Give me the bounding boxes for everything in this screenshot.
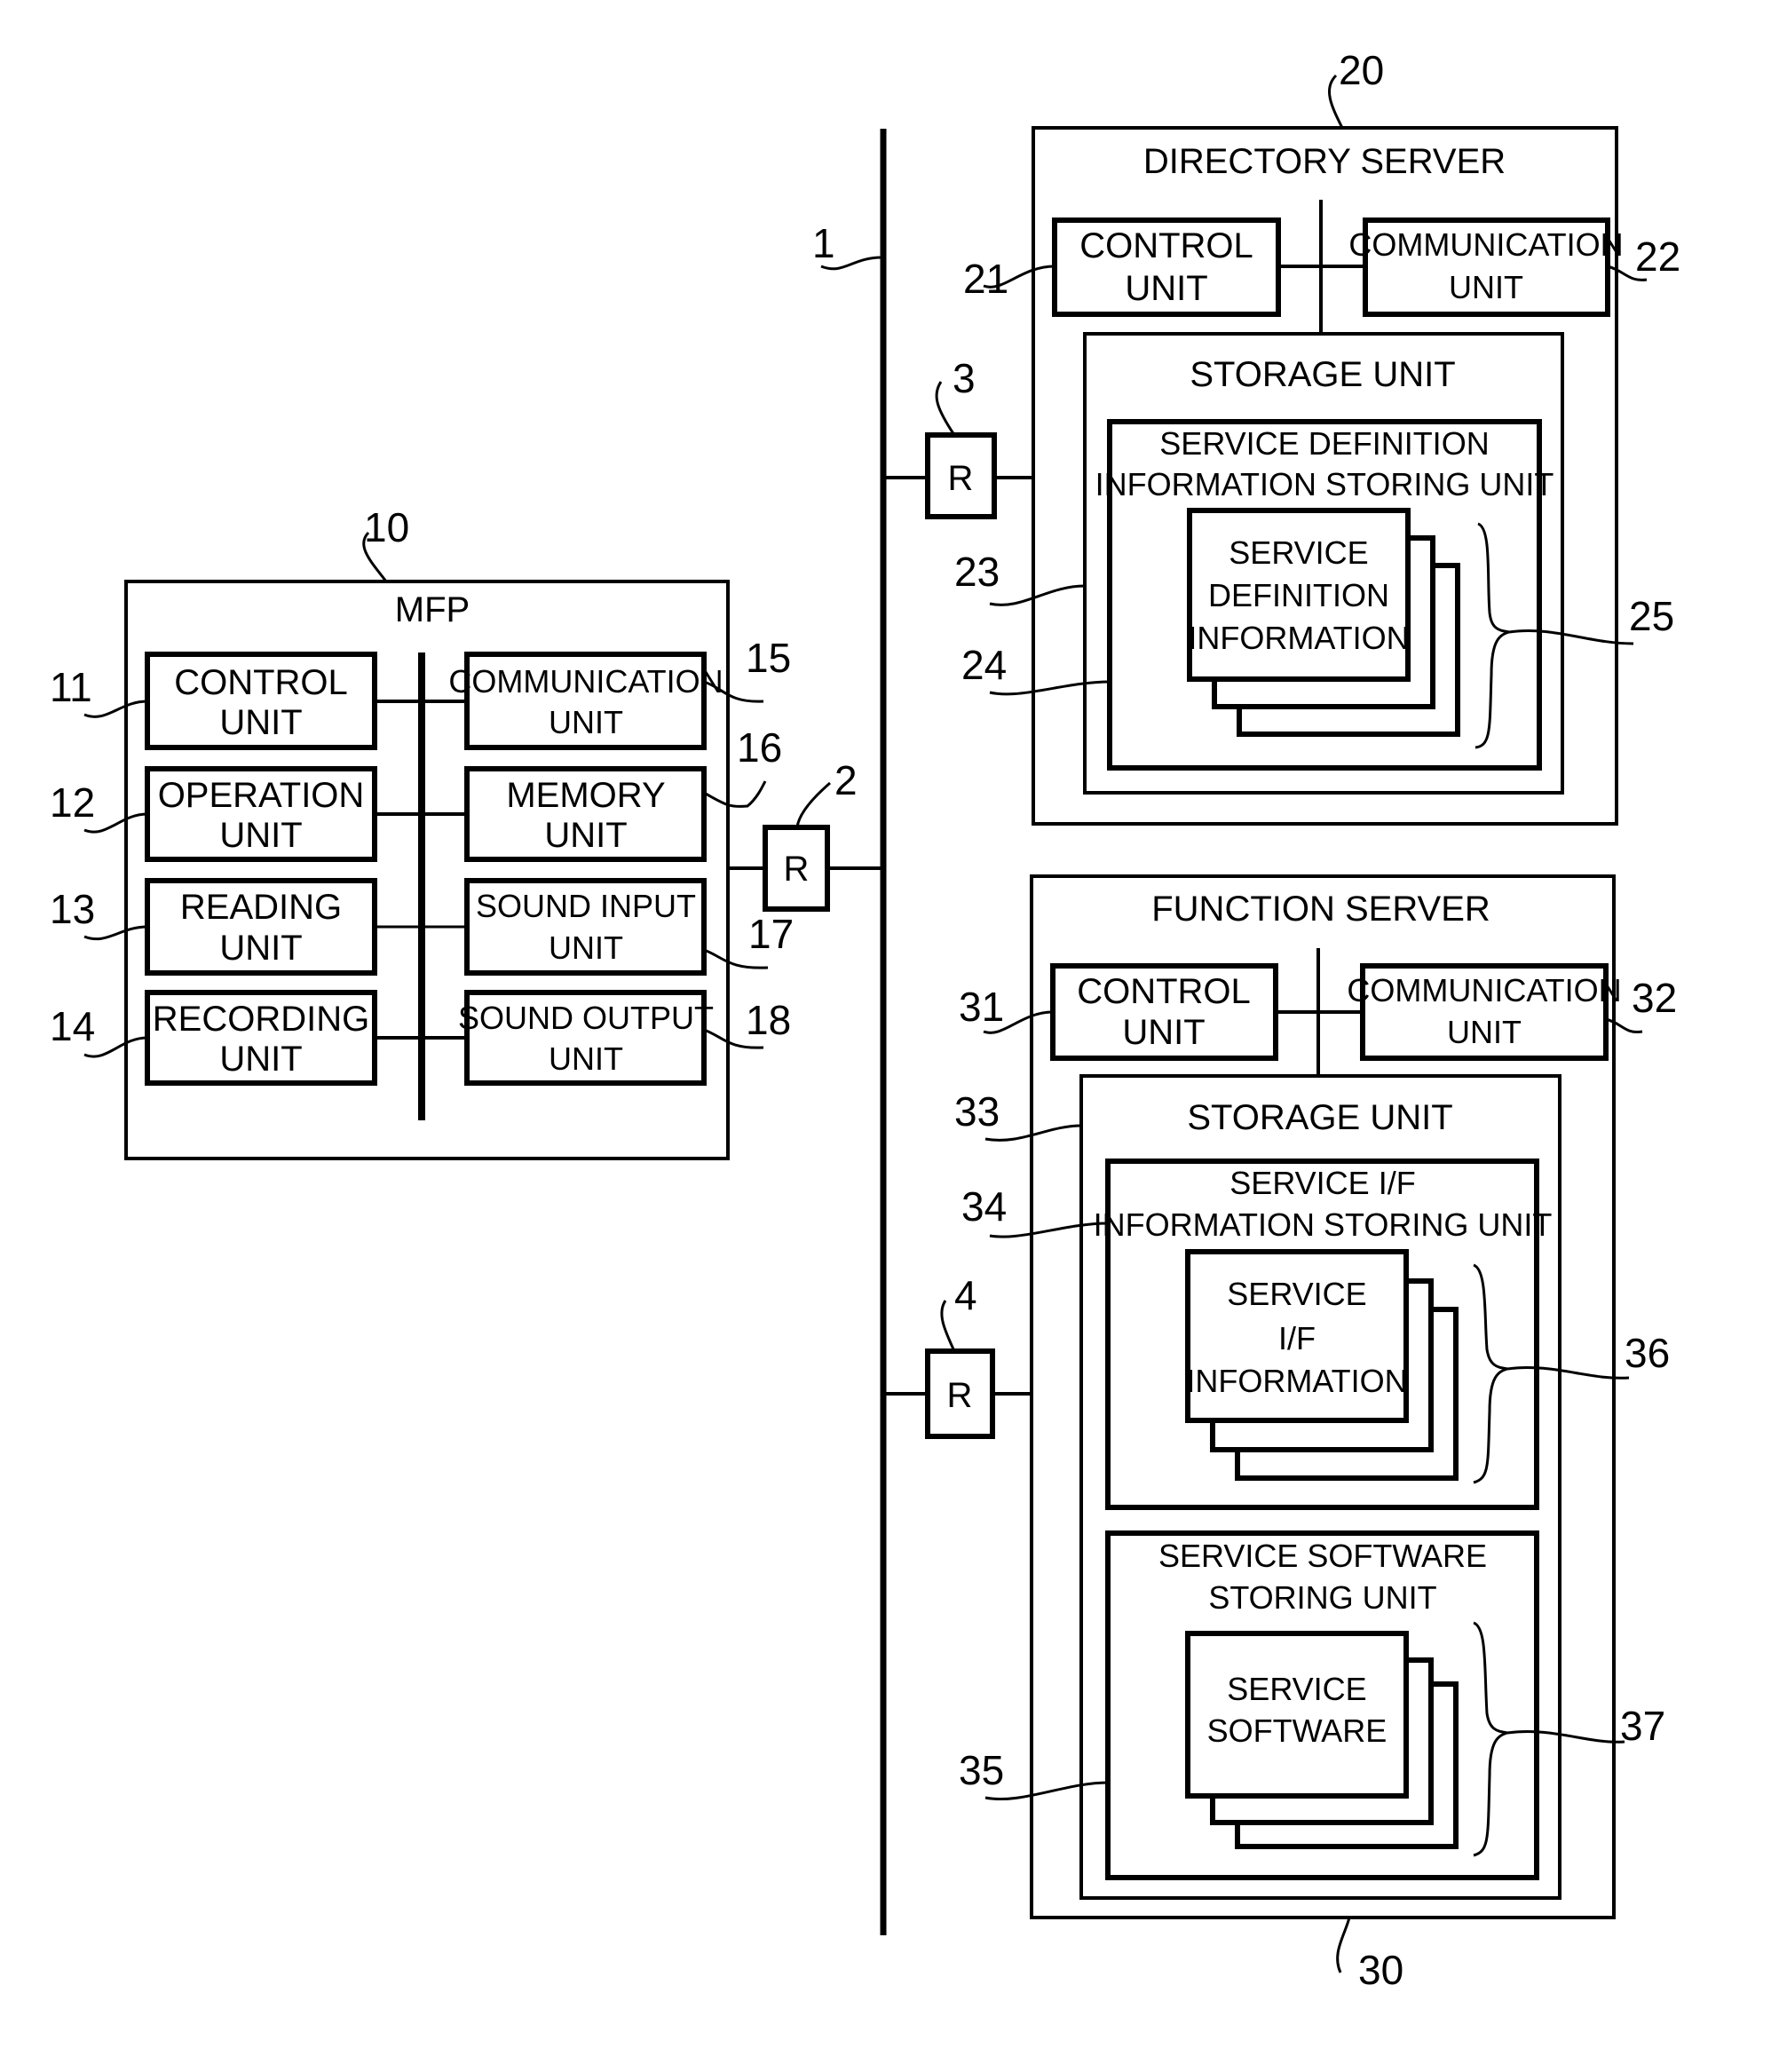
ref-12: 12 [50, 779, 95, 826]
svg-text:I/F: I/F [1278, 1320, 1316, 1356]
service-if-info-stack: SERVICE I/F INFORMATION [1185, 1249, 1459, 1481]
svg-text:UNIT: UNIT [549, 929, 623, 966]
ref-36: 36 [1625, 1330, 1670, 1376]
function-storage-title: STORAGE UNIT [1187, 1098, 1452, 1137]
ref-21: 21 [963, 256, 1008, 302]
ref-network: 1 [812, 220, 835, 266]
mfp-reading-unit: READING UNIT [145, 878, 377, 976]
svg-text:UNIT: UNIT [1449, 269, 1523, 305]
directory-server-block: DIRECTORY SERVER 20 CONTROL UNIT COMMUNI… [954, 47, 1680, 826]
svg-text:COMMUNICATION: COMMUNICATION [448, 663, 723, 700]
svg-text:INFORMATION: INFORMATION [1188, 620, 1409, 656]
svg-text:CONTROL: CONTROL [1077, 972, 1251, 1011]
svg-text:SERVICE: SERVICE [1227, 1671, 1366, 1707]
mfp-recording-unit: RECORDING UNIT [145, 990, 377, 1086]
svg-text:UNIT: UNIT [219, 929, 302, 968]
ref-14: 14 [50, 1003, 95, 1049]
service-definition-info-stack: SERVICE DEFINITION INFORMATION [1187, 508, 1460, 737]
svg-text:SERVICE SOFTWARE: SERVICE SOFTWARE [1158, 1538, 1487, 1574]
svg-text:UNIT: UNIT [219, 703, 302, 742]
svg-text:RECORDING: RECORDING [153, 1000, 369, 1039]
svg-text:STORING UNIT: STORING UNIT [1208, 1579, 1436, 1616]
ref-22: 22 [1635, 233, 1680, 280]
service-software-stack: SERVICE SOFTWARE [1185, 1631, 1459, 1849]
svg-text:SOUND INPUT: SOUND INPUT [476, 888, 696, 924]
mfp-sound-input-unit: SOUND INPUT UNIT [464, 878, 707, 976]
ref-20: 20 [1339, 47, 1384, 93]
ref-18: 18 [746, 997, 791, 1043]
svg-text:UNIT: UNIT [549, 1040, 623, 1077]
ref-37: 37 [1620, 1703, 1665, 1749]
ref-router-4: 4 [954, 1272, 977, 1318]
ref-11: 11 [50, 664, 92, 710]
mfp-communication-unit: COMMUNICATION UNIT [448, 652, 723, 750]
svg-text:INFORMATION: INFORMATION [1186, 1363, 1407, 1399]
svg-text:UNIT: UNIT [219, 816, 302, 855]
router-2: R 2 [728, 757, 883, 912]
svg-text:R: R [948, 459, 974, 498]
ref-24: 24 [961, 642, 1007, 688]
function-communication-unit: COMMUNICATION UNIT [1347, 963, 1622, 1061]
svg-text:OPERATION: OPERATION [158, 776, 365, 815]
svg-text:SERVICE I/F: SERVICE I/F [1229, 1165, 1415, 1201]
router-4: R 4 [883, 1272, 1032, 1439]
svg-text:SERVICE: SERVICE [1227, 1276, 1366, 1312]
router-3: R 3 [883, 355, 1033, 519]
ref-34: 34 [961, 1183, 1007, 1230]
directory-communication-unit: COMMUNICATION UNIT [1348, 217, 1624, 317]
ref-router-2: 2 [834, 757, 858, 803]
directory-control-unit: CONTROL UNIT [1052, 217, 1281, 317]
system-diagram: 1 MFP 10 CONTROL UNIT OPERATION UNIT REA… [50, 47, 1680, 1993]
svg-text:UNIT: UNIT [1125, 269, 1207, 308]
svg-text:SERVICE: SERVICE [1229, 534, 1368, 571]
mfp-sound-output-unit: SOUND OUTPUT UNIT [458, 990, 714, 1086]
svg-text:UNIT: UNIT [549, 704, 623, 740]
mfp-title: MFP [395, 590, 470, 629]
function-control-unit: CONTROL UNIT [1050, 963, 1278, 1061]
ref-mfp: 10 [364, 504, 409, 550]
svg-text:CONTROL: CONTROL [174, 663, 348, 702]
directory-server-title: DIRECTORY SERVER [1143, 142, 1506, 181]
mfp-memory-unit: MEMORY UNIT [464, 766, 707, 862]
svg-text:INFORMATION STORING UNIT: INFORMATION STORING UNIT [1094, 1206, 1553, 1243]
svg-text:SOFTWARE: SOFTWARE [1207, 1712, 1388, 1749]
svg-text:MEMORY: MEMORY [506, 776, 665, 815]
function-server-block: FUNCTION SERVER 30 CONTROL UNIT COMMUNIC… [954, 874, 1677, 1993]
svg-text:UNIT: UNIT [1447, 1014, 1522, 1050]
ref-17: 17 [748, 911, 794, 957]
mfp-block: MFP 10 CONTROL UNIT OPERATION UNIT READI… [50, 504, 794, 1160]
svg-text:COMMUNICATION: COMMUNICATION [1348, 226, 1623, 263]
svg-text:SOUND OUTPUT: SOUND OUTPUT [458, 1000, 714, 1036]
svg-text:CONTROL: CONTROL [1079, 226, 1253, 265]
mfp-control-unit: CONTROL UNIT [145, 652, 377, 750]
ref-25: 25 [1629, 593, 1674, 639]
ref-13: 13 [50, 886, 95, 932]
svg-text:R: R [784, 850, 810, 889]
ref-35: 35 [959, 1747, 1004, 1793]
ref-23: 23 [954, 549, 1000, 595]
svg-text:UNIT: UNIT [219, 1040, 302, 1079]
ref-30: 30 [1358, 1947, 1403, 1993]
ref-32: 32 [1632, 975, 1677, 1021]
svg-text:UNIT: UNIT [544, 816, 627, 855]
function-server-title: FUNCTION SERVER [1151, 890, 1490, 929]
ref-router-3: 3 [953, 355, 976, 401]
svg-text:SERVICE DEFINITION: SERVICE DEFINITION [1159, 425, 1489, 462]
ref-15: 15 [746, 635, 791, 681]
directory-storage-title: STORAGE UNIT [1190, 355, 1455, 394]
svg-text:DEFINITION: DEFINITION [1208, 577, 1389, 613]
svg-text:READING: READING [180, 888, 342, 927]
svg-text:R: R [947, 1376, 973, 1415]
ref-16: 16 [737, 724, 782, 771]
ref-33: 33 [954, 1088, 1000, 1135]
mfp-operation-unit: OPERATION UNIT [145, 766, 377, 862]
ref-31: 31 [959, 984, 1004, 1030]
svg-text:INFORMATION STORING UNIT: INFORMATION STORING UNIT [1095, 466, 1554, 502]
svg-text:UNIT: UNIT [1122, 1013, 1205, 1052]
svg-text:COMMUNICATION: COMMUNICATION [1347, 972, 1621, 1008]
